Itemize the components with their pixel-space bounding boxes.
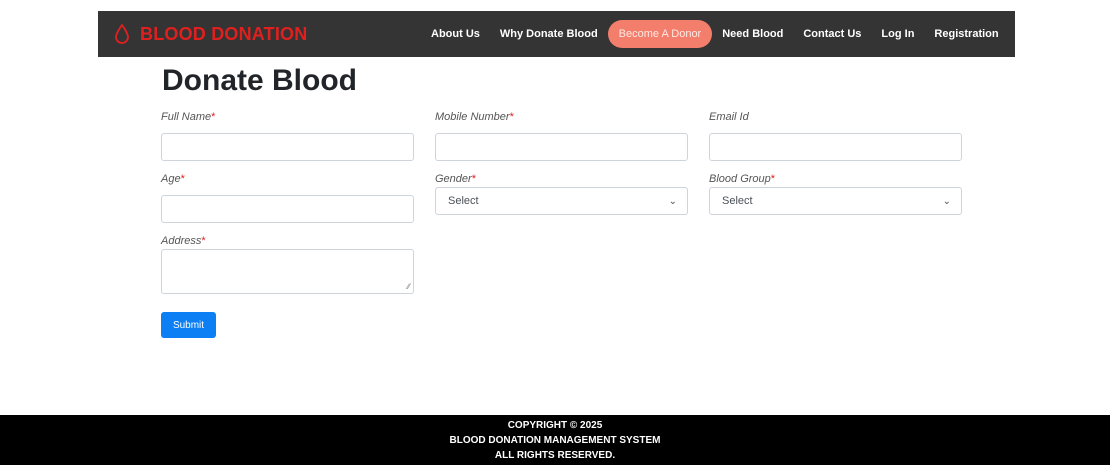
blood-group-label: Blood Group* [709,173,776,185]
blood-group-group: Blood Group* Select ⌄ [709,171,962,215]
full-name-label: Full Name* [161,111,216,123]
address-group: Address* ∕∕ [161,233,414,294]
nav-need-blood[interactable]: Need Blood [712,20,793,48]
main-nav: About Us Why Donate Blood Become A Donor… [421,11,1009,57]
age-input[interactable] [161,195,414,223]
gender-label: Gender* [435,173,476,185]
email-input[interactable] [709,133,962,161]
mobile-number-group: Mobile Number* [435,109,688,161]
blood-group-select[interactable]: Select ⌄ [709,187,962,215]
footer-rights: ALL RIGHTS RESERVED. [494,450,616,461]
blood-group-select-value: Select [722,195,753,207]
full-name-input[interactable] [161,133,414,161]
submit-button[interactable]: Submit [161,312,216,338]
mobile-number-label: Mobile Number* [435,111,514,123]
brand-logo[interactable]: BLOOD DONATION [114,11,307,57]
blood-drop-icon [115,24,129,44]
gender-group: Gender* Select ⌄ [435,171,688,215]
nav-registration[interactable]: Registration [924,20,1008,48]
resize-grip-icon[interactable]: ∕∕ [407,282,410,291]
nav-become-a-donor[interactable]: Become A Donor [607,20,713,48]
gender-select[interactable]: Select ⌄ [435,187,688,215]
age-group: Age* [161,171,414,223]
footer-system-name: BLOOD DONATION MANAGEMENT SYSTEM [449,435,661,446]
nav-contact-us[interactable]: Contact Us [793,20,871,48]
full-name-group: Full Name* [161,109,414,161]
email-label: Email Id [709,111,749,123]
chevron-down-icon: ⌄ [942,195,951,207]
age-label: Age* [161,173,185,185]
address-textarea[interactable]: ∕∕ [161,249,414,294]
gender-select-value: Select [448,195,479,207]
top-navbar: BLOOD DONATION About Us Why Donate Blood… [98,11,1015,57]
chevron-down-icon: ⌄ [668,195,677,207]
footer: COPYRIGHT © 2025 BLOOD DONATION MANAGEME… [0,415,1110,465]
nav-log-in[interactable]: Log In [871,20,924,48]
footer-copyright: COPYRIGHT © 2025 [507,420,603,431]
page-title: Donate Blood [162,64,357,97]
brand-name: BLOOD DONATION [140,23,308,44]
address-label: Address* [161,235,206,247]
email-group: Email Id [709,109,962,161]
mobile-number-input[interactable] [435,133,688,161]
nav-why-donate-blood[interactable]: Why Donate Blood [490,20,608,48]
nav-about-us[interactable]: About Us [421,20,490,48]
